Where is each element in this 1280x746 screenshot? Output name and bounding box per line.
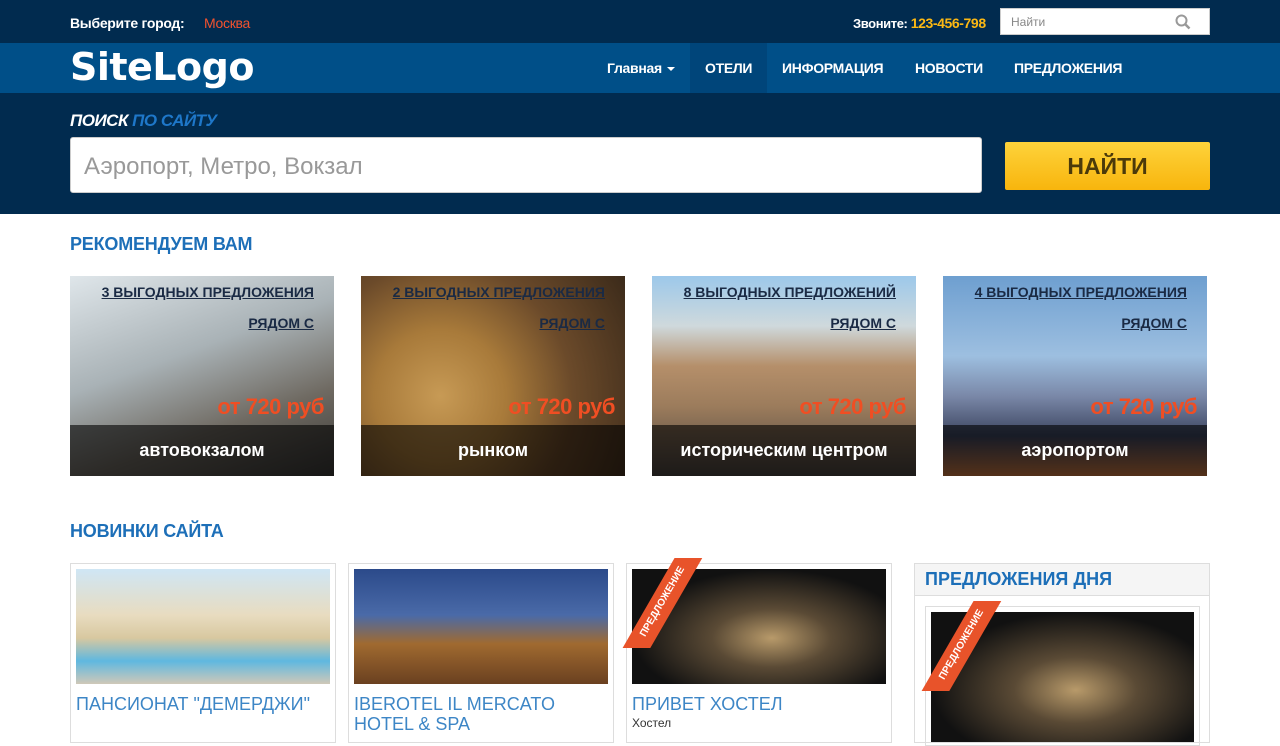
offer-ribbon: ПРЕДЛОЖЕНИЕ xyxy=(621,558,711,648)
find-button[interactable]: НАЙТИ xyxy=(1005,142,1210,190)
search-title-b: ПО САЙТУ xyxy=(132,111,217,130)
recommend-card[interactable]: 2 ВЫГОДНЫХ ПРЕДЛОЖЕНИЯ РЯДОМ С от 720 ру… xyxy=(361,276,625,476)
top-search-input[interactable]: Найти xyxy=(1000,8,1210,35)
site-search-input[interactable]: Аэропорт, Метро, Вокзал xyxy=(70,137,982,193)
deals-link[interactable]: 8 ВЫГОДНЫХ ПРЕДЛОЖЕНИЙ xyxy=(684,284,896,300)
hotel-title[interactable]: ПАНСИОНАТ "ДЕМЕРДЖИ" xyxy=(76,694,332,714)
price: от 720 руб xyxy=(799,394,906,419)
offer-ribbon-label: ПРЕДЛОЖЕНИЕ xyxy=(920,601,1008,691)
deals-of-day-title: ПРЕДЛОЖЕНИЯ ДНЯ xyxy=(915,564,1209,596)
deals-link[interactable]: 4 ВЫГОДНЫХ ПРЕДЛОЖЕНИЯ xyxy=(975,284,1187,300)
deals-link[interactable]: 2 ВЫГОДНЫХ ПРЕДЛОЖЕНИЯ xyxy=(393,284,605,300)
near-label: РЯДОМ С xyxy=(248,315,314,331)
caret-down-icon xyxy=(666,67,675,72)
hotel-title[interactable]: IBEROTEL IL MERCATO HOTEL & SPA xyxy=(354,694,610,734)
phone-number[interactable]: 123-456-798 xyxy=(911,15,986,31)
price: от 720 руб xyxy=(1090,394,1197,419)
search-title-a: ПОИСК xyxy=(70,111,128,130)
near-label: РЯДОМ С xyxy=(830,315,896,331)
recommend-card[interactable]: 8 ВЫГОДНЫХ ПРЕДЛОЖЕНИЙ РЯДОМ С от 720 ру… xyxy=(652,276,916,476)
site-search-placeholder: Аэропорт, Метро, Вокзал xyxy=(84,153,363,180)
nav-home[interactable]: Главная xyxy=(592,43,690,93)
card-caption: рынком xyxy=(361,425,625,476)
recommend-card[interactable]: 3 ВЫГОДНЫХ ПРЕДЛОЖЕНИЯ РЯДОМ С от 720 ру… xyxy=(70,276,334,476)
hotel-image[interactable] xyxy=(76,569,330,684)
city-label: Выберите город: xyxy=(70,15,185,31)
recommend-title: РЕКОМЕНДУЕМ ВАМ xyxy=(70,234,253,254)
news-title: НОВИНКИ САЙТА xyxy=(70,521,224,541)
nav-offers[interactable]: ПРЕДЛОЖЕНИЯ xyxy=(999,43,1137,93)
recommend-card[interactable]: 4 ВЫГОДНЫХ ПРЕДЛОЖЕНИЯ РЯДОМ С от 720 ру… xyxy=(943,276,1207,476)
card-caption: аэропортом xyxy=(943,425,1207,476)
call-text: Звоните: xyxy=(853,16,908,31)
call-label: Звоните: 123-456-798 xyxy=(853,15,986,31)
price: от 720 руб xyxy=(508,394,615,419)
deals-of-day-panel: ПРЕДЛОЖЕНИЯ ДНЯ ПРЕДЛОЖЕНИЕ xyxy=(914,563,1210,746)
hotel-card[interactable]: ПАНСИОНАТ "ДЕМЕРДЖИ" xyxy=(70,563,336,743)
near-label: РЯДОМ С xyxy=(539,315,605,331)
price: от 720 руб xyxy=(217,394,324,419)
top-bar: Выберите город: Москва Звоните: 123-456-… xyxy=(0,0,1280,43)
site-logo[interactable]: SiteLogo xyxy=(70,45,254,89)
nav-home-label: Главная xyxy=(607,60,662,76)
nav-news[interactable]: НОВОСТИ xyxy=(900,43,998,93)
site-search-section: ПОИСК ПО САЙТУ Аэропорт, Метро, Вокзал Н… xyxy=(0,93,1280,214)
search-icon[interactable] xyxy=(1175,14,1191,30)
hotel-card[interactable]: IBEROTEL IL MERCATO HOTEL & SPA xyxy=(348,563,614,743)
nav-hotels[interactable]: ОТЕЛИ xyxy=(690,43,767,93)
top-search-placeholder: Найти xyxy=(1011,15,1046,29)
offer-ribbon: ПРЕДЛОЖЕНИЕ xyxy=(920,601,1010,691)
card-caption: автовокзалом xyxy=(70,425,334,476)
near-label: РЯДОМ С xyxy=(1121,315,1187,331)
hotel-card[interactable]: ПРЕДЛОЖЕНИЕ ПРИВЕТ ХОСТЕЛ Хостел xyxy=(621,558,892,743)
deal-card[interactable]: ПРЕДЛОЖЕНИЕ xyxy=(920,601,1200,746)
card-caption: историческим центром xyxy=(652,425,916,476)
deals-link[interactable]: 3 ВЫГОДНЫХ ПРЕДЛОЖЕНИЯ xyxy=(102,284,314,300)
hotel-title[interactable]: ПРИВЕТ ХОСТЕЛ xyxy=(632,694,888,714)
nav-info[interactable]: ИНФОРМАЦИЯ xyxy=(767,43,898,93)
main-nav: SiteLogo Главная ОТЕЛИ ИНФОРМАЦИЯ НОВОСТ… xyxy=(0,43,1280,93)
search-title: ПОИСК ПО САЙТУ xyxy=(70,111,217,131)
city-selector[interactable]: Москва xyxy=(204,15,250,31)
hotel-image[interactable] xyxy=(354,569,608,684)
offer-ribbon-label: ПРЕДЛОЖЕНИЕ xyxy=(621,558,709,648)
